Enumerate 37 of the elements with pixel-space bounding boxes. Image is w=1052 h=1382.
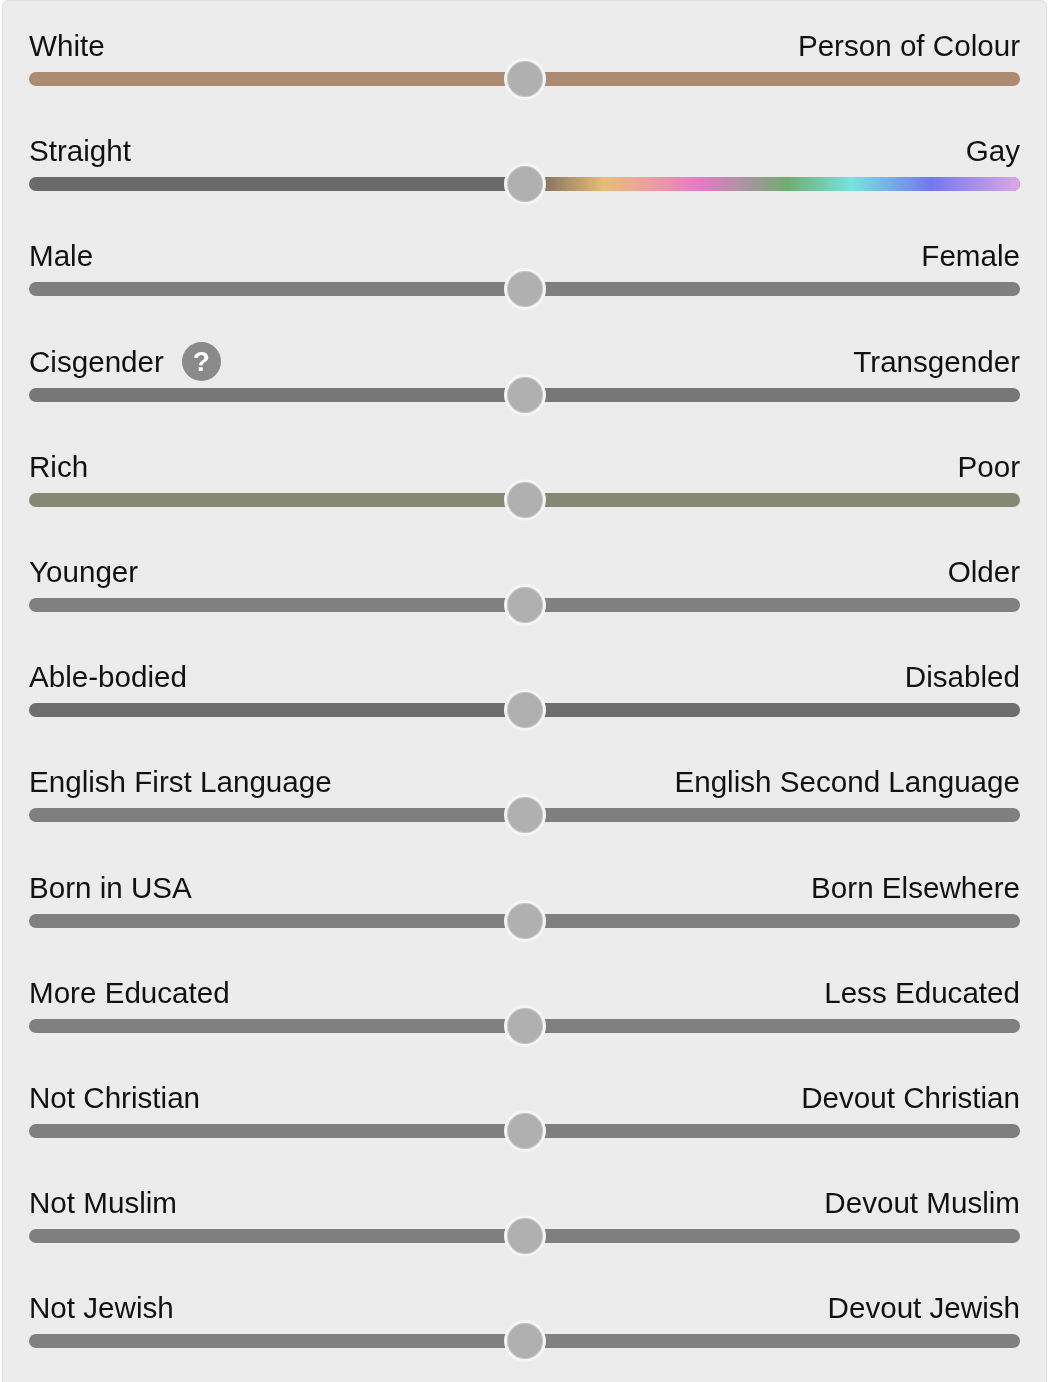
slider-track[interactable] <box>29 1215 1020 1258</box>
slider-label: Male <box>29 240 94 273</box>
slider-label: English First Language <box>29 766 332 799</box>
help-button[interactable]: ? <box>181 342 221 382</box>
slider-label: Not Muslim <box>29 1187 177 1220</box>
slider-label: Not Jewish <box>29 1292 174 1325</box>
slider-label: Cisgender <box>29 345 164 378</box>
slider-track[interactable] <box>29 1320 1020 1363</box>
slider-label: Rich <box>29 450 89 483</box>
slider-label: Female <box>921 240 1020 273</box>
slider-label: Younger <box>29 555 139 588</box>
slider-track[interactable] <box>29 58 1020 100</box>
slider-track[interactable] <box>29 1109 1020 1152</box>
slider-label: Born Elsewhere <box>811 871 1020 904</box>
slider-label: Devout Muslim <box>824 1187 1020 1220</box>
slider-label: Able-bodied <box>29 661 187 694</box>
slider-label: Straight <box>29 135 131 168</box>
slider-track[interactable] <box>29 689 1020 732</box>
slider-label: Disabled <box>904 661 1020 694</box>
slider-label: Transgender <box>853 345 1020 378</box>
slider-track[interactable] <box>29 1004 1020 1047</box>
slider-label: Born in USA <box>29 871 192 904</box>
slider-label: White <box>29 30 105 62</box>
slider-label: Poor <box>957 450 1020 483</box>
slider-label: Person of Colour <box>797 30 1020 62</box>
slider-track[interactable] <box>29 478 1020 521</box>
slider-label: Devout Jewish <box>827 1292 1020 1325</box>
slider-thumb[interactable] <box>503 58 546 100</box>
slider-label: English Second Language <box>674 766 1020 799</box>
slider-label: Gay <box>965 135 1020 168</box>
slider-label: Not Christian <box>29 1081 201 1114</box>
slider-label: More Educated <box>29 976 230 1009</box>
slider-label: Less Educated <box>824 976 1020 1009</box>
slider-label: Devout Christian <box>801 1081 1020 1114</box>
slider-label: Older <box>947 555 1020 588</box>
slider-track[interactable] <box>29 899 1020 942</box>
slider-track[interactable] <box>29 268 1020 311</box>
